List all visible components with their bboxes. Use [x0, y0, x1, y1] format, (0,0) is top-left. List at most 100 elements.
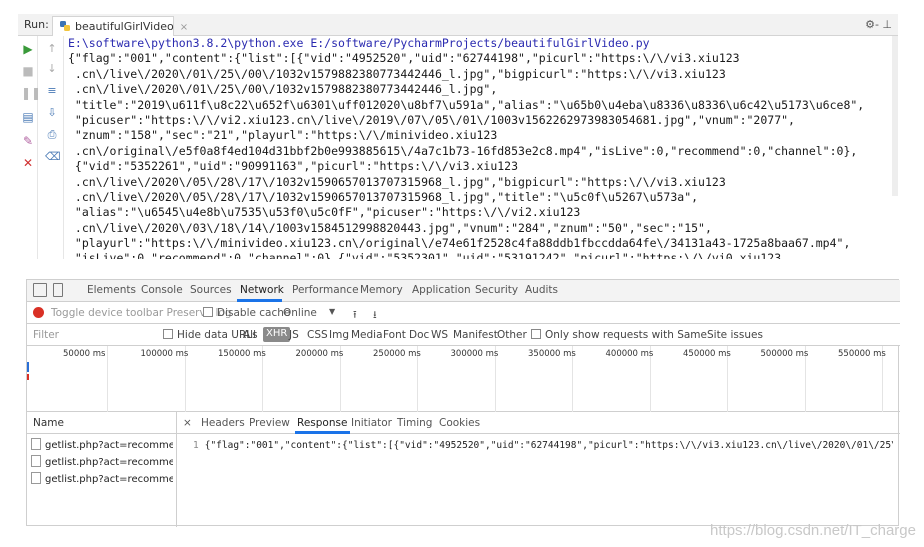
console-line: "alias":"\u6545\u4e8b\u7535\u53f0\u5c0fF…: [68, 205, 581, 220]
record-icon[interactable]: [33, 307, 44, 318]
filter-js[interactable]: JS: [289, 329, 299, 341]
layout-icon[interactable]: ▤: [21, 110, 35, 124]
console-line: "picuser":"https:\/\/vi2.xiu123.cn\/live…: [68, 112, 795, 127]
close-run-icon[interactable]: ✕: [21, 156, 35, 170]
run-gutter-2: ↑ ↓ ≡ ⇩ ⎙ ⌫: [40, 36, 64, 259]
timeline-tick-label: 250000 ms: [373, 349, 421, 359]
settings-icon[interactable]: ⚙- ⊥: [865, 18, 892, 31]
pause-icon[interactable]: ❚❚: [21, 86, 41, 100]
filter-ws[interactable]: WS: [431, 329, 448, 341]
devtools-tab-bar: Elements Console Sources Network Perform…: [27, 280, 900, 302]
down-arrow-icon[interactable]: ↓: [45, 62, 59, 76]
run-tab[interactable]: beautifulGirlVideo ×: [52, 16, 188, 36]
timeline-request-bar: [27, 362, 29, 372]
tab-response[interactable]: Response: [297, 417, 347, 429]
filter-font[interactable]: Font: [383, 329, 406, 341]
filter-media[interactable]: Media: [351, 329, 383, 341]
disable-cache-label: Disable cache: [217, 307, 291, 319]
run-panel: Run: beautifulGirlVideo × ⚙- ⊥ ▶ ■ ❚❚ ▤ ✎…: [18, 14, 898, 259]
tab-timing[interactable]: Timing: [397, 417, 432, 429]
soft-wrap-icon[interactable]: ≡: [45, 84, 59, 98]
print-icon[interactable]: ⎙: [45, 128, 59, 142]
tab-preview[interactable]: Preview: [249, 417, 290, 429]
network-toolbar: Toggle device toolbar Preserve log Disab…: [27, 302, 900, 324]
trash-icon[interactable]: ⌫: [45, 150, 61, 164]
export-icon[interactable]: ⭳: [373, 307, 377, 325]
request-row[interactable]: getlist.php?act=recommend&...: [31, 472, 173, 488]
pin-icon[interactable]: ✎: [21, 134, 35, 148]
checkbox-icon[interactable]: [163, 329, 173, 339]
console-line: .cn\/live\/2020\/01\/25\/00\/1032v157988…: [68, 82, 498, 97]
file-icon: [31, 472, 41, 484]
timeline-load-marker: [27, 374, 29, 380]
tab-headers[interactable]: Headers: [201, 417, 245, 429]
console-line: "znum":"158","sec":"21","playurl":"https…: [68, 128, 498, 143]
checkbox-icon[interactable]: [203, 307, 213, 317]
scroll-end-icon[interactable]: ⇩: [45, 106, 59, 120]
filter-xhr[interactable]: XHR: [263, 327, 291, 342]
samesite-label: Only show requests with SameSite issues: [545, 329, 763, 341]
tab-performance[interactable]: Performance: [292, 284, 359, 296]
timeline-tick-label: 550000 ms: [838, 349, 886, 359]
chevron-down-icon[interactable]: ▼: [329, 307, 335, 316]
tab-audits[interactable]: Audits: [525, 284, 558, 296]
request-row[interactable]: getlist.php?act=recommend&...: [31, 455, 173, 471]
import-icon[interactable]: ⭱: [353, 307, 357, 325]
console-line: "title":"2019\u611f\u8c22\u652f\u6301\uf…: [68, 97, 865, 112]
console-scrollbar[interactable]: [892, 36, 898, 196]
console-line: "isLive":0 "recommend":0 "channel":0} {"…: [68, 251, 782, 259]
tab-security[interactable]: Security: [475, 284, 518, 296]
tab-network[interactable]: Network: [240, 284, 284, 296]
request-detail: × Headers Preview Response Initiator Tim…: [177, 412, 900, 527]
disable-cache-checkbox[interactable]: Disable cache: [203, 307, 290, 319]
tab-console[interactable]: Console: [141, 284, 183, 296]
name-column-header[interactable]: Name: [27, 412, 177, 434]
timeline-tick-label: 400000 ms: [605, 349, 654, 359]
request-name: getlist.php?act=recommend&...: [45, 474, 173, 485]
close-icon[interactable]: ×: [183, 417, 192, 429]
tab-cookies[interactable]: Cookies: [439, 417, 480, 429]
line-number: 1: [193, 440, 199, 451]
console-output[interactable]: E:\software\python3.8.2\python.exe E:/so…: [68, 36, 896, 259]
tab-elements[interactable]: Elements: [87, 284, 136, 296]
samesite-checkbox[interactable]: Only show requests with SameSite issues: [531, 329, 763, 341]
request-name: getlist.php?act=recommend&...: [45, 457, 173, 468]
filter-other[interactable]: Other: [497, 329, 527, 341]
inspect-icon[interactable]: [33, 283, 47, 297]
console-command-line: E:\software\python3.8.2\python.exe E:/so…: [68, 36, 650, 50]
stop-icon[interactable]: ■: [21, 64, 35, 78]
tab-application[interactable]: Application: [412, 284, 471, 296]
active-detail-tab-indicator: [295, 431, 350, 434]
run-tab-title: beautifulGirlVideo: [75, 20, 174, 33]
request-name: getlist.php?act=recommend&...: [45, 440, 173, 451]
file-icon: [31, 438, 41, 450]
timeline-tick-label: 200000 ms: [295, 349, 344, 359]
network-timeline[interactable]: 50000 ms 100000 ms 150000 ms 200000 ms 25000…: [27, 346, 900, 412]
tab-initiator[interactable]: Initiator: [351, 417, 392, 429]
filter-css[interactable]: CSS: [307, 329, 328, 341]
timeline-tick-label: 350000 ms: [528, 349, 576, 359]
run-toolbar: Run: beautifulGirlVideo × ⚙- ⊥: [18, 14, 898, 36]
python-icon: [60, 21, 70, 31]
request-list: Name getlist.php?act=recommend&... getli…: [27, 412, 177, 527]
request-row[interactable]: getlist.php?act=recommend&...: [31, 438, 173, 454]
checkbox-icon[interactable]: [531, 329, 541, 339]
filter-input[interactable]: Filter: [33, 329, 59, 341]
watermark: https://blog.csdn.net/IT_charge: [710, 522, 916, 539]
filter-all[interactable]: All: [243, 329, 256, 341]
response-text: {"flag":"001","content":{"list":[{"vid":…: [204, 440, 893, 451]
run-icon[interactable]: ▶: [21, 42, 35, 56]
filter-img[interactable]: Img: [329, 329, 349, 341]
tab-memory[interactable]: Memory: [360, 284, 403, 296]
response-body[interactable]: 1 {"flag":"001","content":{"list":[{"vid"…: [193, 440, 893, 451]
filter-row: Filter Hide data URLs All XHR JS CSS Img…: [27, 324, 900, 346]
throttling-select[interactable]: Online: [283, 307, 317, 319]
up-arrow-icon[interactable]: ↑: [45, 42, 59, 56]
file-icon: [31, 455, 41, 467]
filter-manifest[interactable]: Manifest: [453, 329, 498, 341]
console-line: {"flag":"001","content":{"list":[{"vid":…: [68, 51, 740, 66]
close-icon[interactable]: ×: [180, 22, 188, 33]
device-toolbar-icon[interactable]: [53, 283, 63, 297]
tab-sources[interactable]: Sources: [190, 284, 232, 296]
filter-doc[interactable]: Doc: [409, 329, 429, 341]
